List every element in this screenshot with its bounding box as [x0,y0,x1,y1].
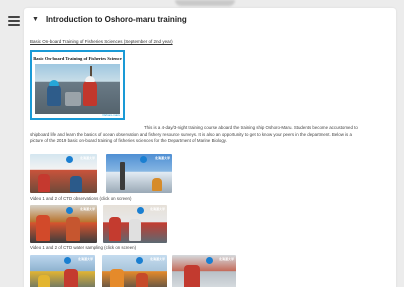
video-crane [120,162,125,190]
video-person [109,217,121,241]
course-description: This is a 4-day/3-night training course … [30,125,392,145]
video-brand: 北海道大学 [149,257,165,261]
video-thumbnail[interactable]: 北海道大学 [30,154,97,193]
list-icon[interactable] [8,16,20,26]
description-line: This is a 4-day/3-night training course … [144,125,358,130]
section-title: Introduction to Oshoro-maru training [45,15,187,24]
hero-image[interactable]: Basic On-board Training of Fisheries Sci… [30,50,125,120]
video-person [184,265,200,287]
video-row-caption: Video 1 and 2 of CTD observations (click… [30,196,132,201]
university-logo-icon [137,207,144,214]
video-person [152,178,162,191]
hero-title: Basic On-board Training of Fisheries Sci… [33,56,122,61]
description-line: picture of the 2019 basic on-board train… [30,138,227,144]
video-person [129,219,141,241]
video-person [66,217,80,241]
section-header[interactable]: ▼ Introduction to Oshoro-maru training [32,15,187,24]
video-thumbnail[interactable]: 北海道大学 [172,255,236,287]
photo-person [83,80,97,106]
university-logo-icon [206,257,213,264]
video-person [38,174,50,192]
hero-photo [35,64,120,114]
video-thumbnail[interactable]: 北海道大学 [30,205,97,243]
video-thumbnail[interactable]: 北海道大学 [103,205,167,243]
app-frame: ▼ Introduction to Oshoro-maru training B… [0,0,404,287]
video-person [110,269,124,287]
university-logo-icon [136,257,143,264]
chevron-down-icon[interactable]: ▼ [32,16,39,23]
video-brand: 北海道大学 [149,207,165,211]
photo-equipment [65,92,81,106]
photo-helmet [85,76,95,82]
description-line: shipboard life and learn the basics of o… [30,131,352,137]
course-subtitle[interactable]: Basic On-board Training of Fisheries Sci… [30,39,173,44]
university-logo-icon [66,156,73,163]
photo-helmet [49,80,59,86]
video-person [38,275,50,287]
hero-caption: Oshoro-maru [102,113,120,117]
video-thumbnail[interactable]: 北海道大学 [30,255,95,287]
video-brand: 北海道大学 [79,156,95,160]
video-person [36,215,50,241]
video-person [136,273,148,287]
photo-person [47,84,61,106]
university-logo-icon [64,257,71,264]
video-person [70,176,82,192]
video-brand: 北海道大学 [154,156,170,160]
video-brand: 北海道大学 [77,257,93,261]
top-handle [175,0,235,6]
university-logo-icon [66,207,73,214]
video-brand: 北海道大学 [218,257,234,261]
video-person [64,269,78,287]
video-row-caption: Video 1 and 2 of CTD water sampling (cli… [30,245,137,250]
video-thumbnail[interactable]: 北海道大学 [102,255,167,287]
university-logo-icon [140,156,147,163]
video-brand: 北海道大学 [79,207,95,211]
video-thumbnail[interactable]: 北海道大学 [106,154,172,193]
content-panel: ▼ Introduction to Oshoro-maru training B… [24,8,396,287]
